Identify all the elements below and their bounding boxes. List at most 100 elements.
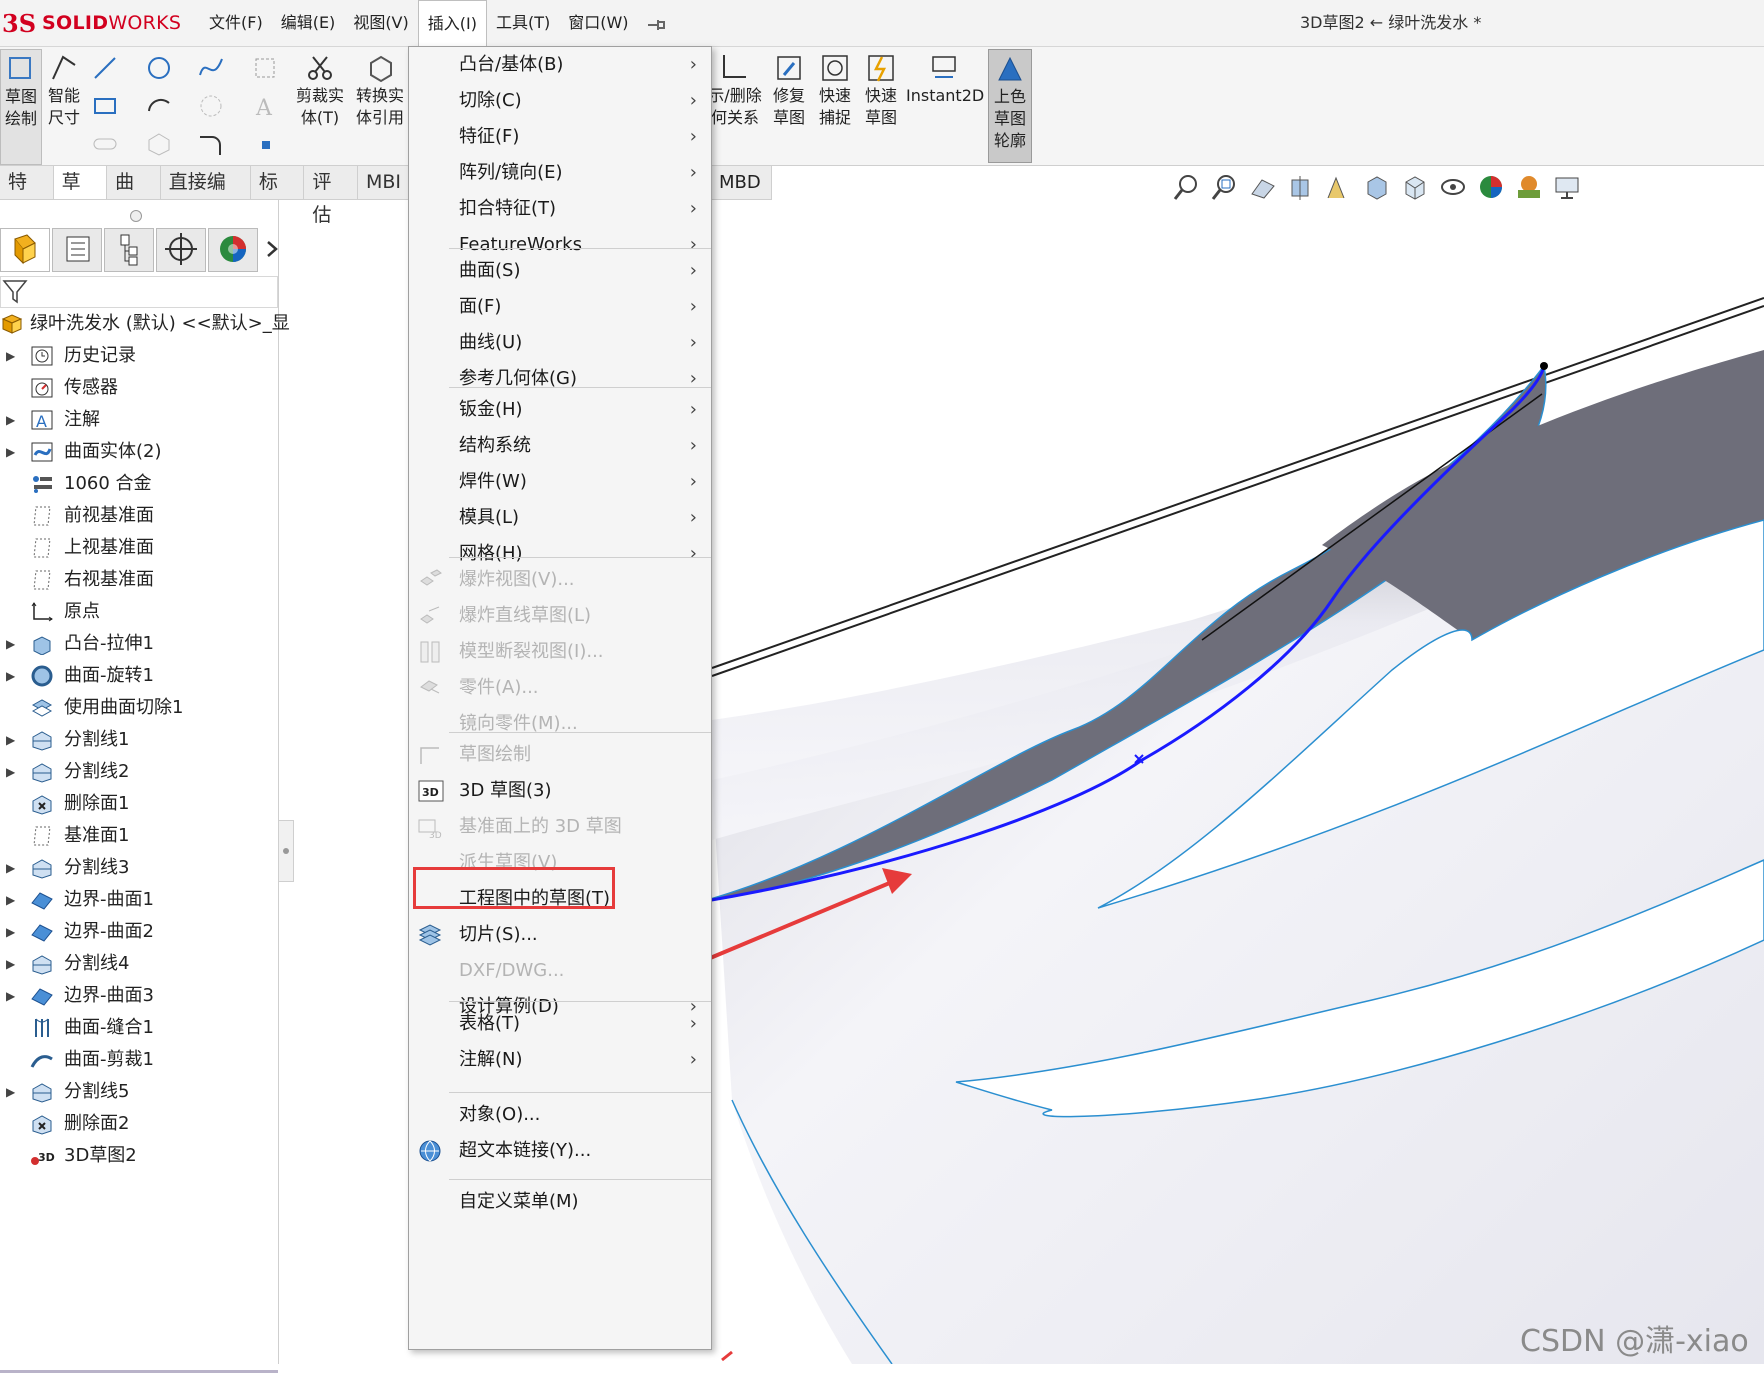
trim-entities-button[interactable]: 剪裁实 体(T) [292,49,348,129]
expand-arrow-icon[interactable]: ▶ [6,948,15,980]
view-orientation-icon[interactable] [1362,172,1392,202]
tree-root-part[interactable]: 绿叶洗发水 (默认) <<默认>_显 [0,308,290,340]
insert-menu-item[interactable]: 阵列/镜向(E) › [409,155,711,191]
insert-menu-item[interactable]: 曲面(S) › [409,253,711,289]
expand-arrow-icon[interactable]: ▶ [6,340,15,372]
text-icon[interactable]: A [252,93,278,121]
tree-filter[interactable] [0,276,278,308]
menu-insert[interactable]: 插入(I) [417,0,487,46]
line-icon[interactable] [92,55,118,81]
insert-menu-item[interactable]: 切除(C) › [409,83,711,119]
tree-item[interactable]: ▶ 分割线3 [0,852,278,884]
insert-menu-item[interactable]: 面(F) › [409,289,711,325]
tab-evaluate[interactable]: 评估 [304,166,358,226]
insert-menu-item[interactable]: 注解(N) › [409,1042,711,1078]
sketch-endpoint[interactable] [1540,362,1548,370]
tree-item[interactable]: 3D 3D草图2 [0,1140,278,1172]
zoom-to-area-icon[interactable] [1210,172,1240,202]
insert-menu-item[interactable]: 对象(O)... [409,1097,711,1133]
convert-entities-button[interactable]: 转换实 体引用 [352,49,408,129]
tree-item[interactable]: ▶ 分割线1 [0,724,278,756]
insert-menu-item[interactable]: 结构系统 › [409,428,711,464]
insert-menu-item[interactable]: 模具(L) › [409,500,711,536]
point-icon[interactable] [256,135,282,161]
ellipse-icon[interactable] [198,93,224,119]
tree-item[interactable]: 1060 合金 [0,468,278,500]
tab-mbd-dimension[interactable]: MBD [708,166,772,200]
expand-arrow-icon[interactable]: ▶ [6,916,15,948]
tree-item[interactable]: 前视基准面 [0,500,278,532]
tree-item[interactable]: 曲面-缝合1 [0,1012,278,1044]
tree-item[interactable]: ▶ 曲面-旋转1 [0,660,278,692]
arc-icon[interactable] [146,93,172,119]
instant2d-button[interactable]: Instant2D [906,49,984,107]
circle-icon[interactable] [146,55,172,81]
insert-menu-item[interactable]: 3D 3D 草图(3) [409,773,711,809]
tree-item[interactable]: 基准面1 [0,820,278,852]
apply-scene-icon[interactable] [1514,172,1544,202]
tree-item[interactable]: ▶ 边界-曲面1 [0,884,278,916]
polygon-icon[interactable] [146,131,172,157]
tree-item[interactable]: ▶ 分割线4 [0,948,278,980]
menu-window[interactable]: 窗口(W) [559,0,637,46]
tab-sketch[interactable]: 草图 [53,166,108,226]
tab-surfaces[interactable]: 曲面 [107,166,161,226]
expand-arrow-icon[interactable]: ▶ [6,1076,15,1108]
tree-item[interactable]: ▶ 凸台-拉伸1 [0,628,278,660]
quick-snaps-button[interactable]: 快速 捕捉 [814,49,856,129]
menu-tools[interactable]: 工具(T) [487,0,559,46]
menu-edit[interactable]: 编辑(E) [272,0,345,46]
expand-arrow-icon[interactable]: ▶ [6,980,15,1012]
tree-item[interactable]: ▶ 分割线2 [0,756,278,788]
smart-dimension-button[interactable]: 智能 尺寸 [44,49,84,129]
tree-item[interactable]: 原点 [0,596,278,628]
insert-menu-item[interactable]: 凸台/基体(B) › [409,47,711,83]
sketch-draw-button[interactable]: 草图 绘制 [0,49,42,165]
rectangle-icon[interactable] [92,93,118,119]
tab-features[interactable]: 特征 [0,166,54,226]
insert-menu-item[interactable]: 焊件(W) › [409,464,711,500]
panel-grip[interactable] [130,210,142,222]
tree-item[interactable]: ▶ 边界-曲面2 [0,916,278,948]
display-style-icon[interactable] [1400,172,1430,202]
tree-item[interactable]: 传感器 [0,372,278,404]
property-manager-tab[interactable] [52,228,102,272]
expand-arrow-icon[interactable]: ▶ [6,884,15,916]
insert-menu-item[interactable]: 自定义菜单(M) [409,1184,711,1220]
display-delete-relations-button[interactable]: 示/删除 何关系 [706,49,764,129]
expand-arrow-icon[interactable]: ▶ [6,660,15,692]
solidworks-logo[interactable]: 3S SOLIDWORKS [2,9,181,38]
section-view-icon[interactable] [1286,172,1316,202]
insert-menu-item[interactable]: 超文本链接(Y)... [409,1133,711,1169]
expand-arrow-icon[interactable]: ▶ [6,724,15,756]
expand-arrow-icon[interactable]: ▶ [6,852,15,884]
slot-icon[interactable] [92,131,118,157]
view-settings-icon[interactable] [1552,172,1582,202]
expand-arrow-icon[interactable]: ▶ [6,756,15,788]
tree-item[interactable]: 曲面-剪裁1 [0,1044,278,1076]
menu-file[interactable]: 文件(F) [200,0,272,46]
insert-menu-item[interactable]: 特征(F) › [409,119,711,155]
tree-item[interactable]: ▶ 边界-曲面3 [0,980,278,1012]
zoom-to-fit-icon[interactable] [1172,172,1202,202]
panel-more-icon[interactable] [260,228,284,270]
menu-view[interactable]: 视图(V) [344,0,417,46]
shaded-sketch-contours-button[interactable]: 上色 草图 轮廓 [988,49,1032,163]
tab-mbd[interactable]: MBI [358,166,410,199]
tab-direct-editing[interactable]: 直接编辑 [161,166,251,226]
insert-menu-item[interactable]: 钣金(H) › [409,392,711,428]
hide-show-items-icon[interactable] [1438,172,1468,202]
tree-item[interactable]: ▶ A 注解 [0,404,278,436]
tab-markup[interactable]: 标注 [251,166,305,226]
previous-view-icon[interactable] [1248,172,1278,202]
expand-arrow-icon[interactable]: ▶ [6,628,15,660]
insert-menu-item[interactable]: 曲线(U) › [409,325,711,361]
expand-arrow-icon[interactable]: ▶ [6,404,15,436]
tree-item[interactable]: 删除面2 [0,1108,278,1140]
rapid-sketch-button[interactable]: 快速 草图 [860,49,902,129]
insert-menu-item[interactable]: 切片(S)... [409,917,711,953]
display-manager-tab[interactable] [208,228,258,272]
tree-item[interactable]: ▶ 曲面实体(2) [0,436,278,468]
expand-arrow-icon[interactable]: ▶ [6,436,15,468]
dynamic-annotation-icon[interactable] [1324,172,1354,202]
